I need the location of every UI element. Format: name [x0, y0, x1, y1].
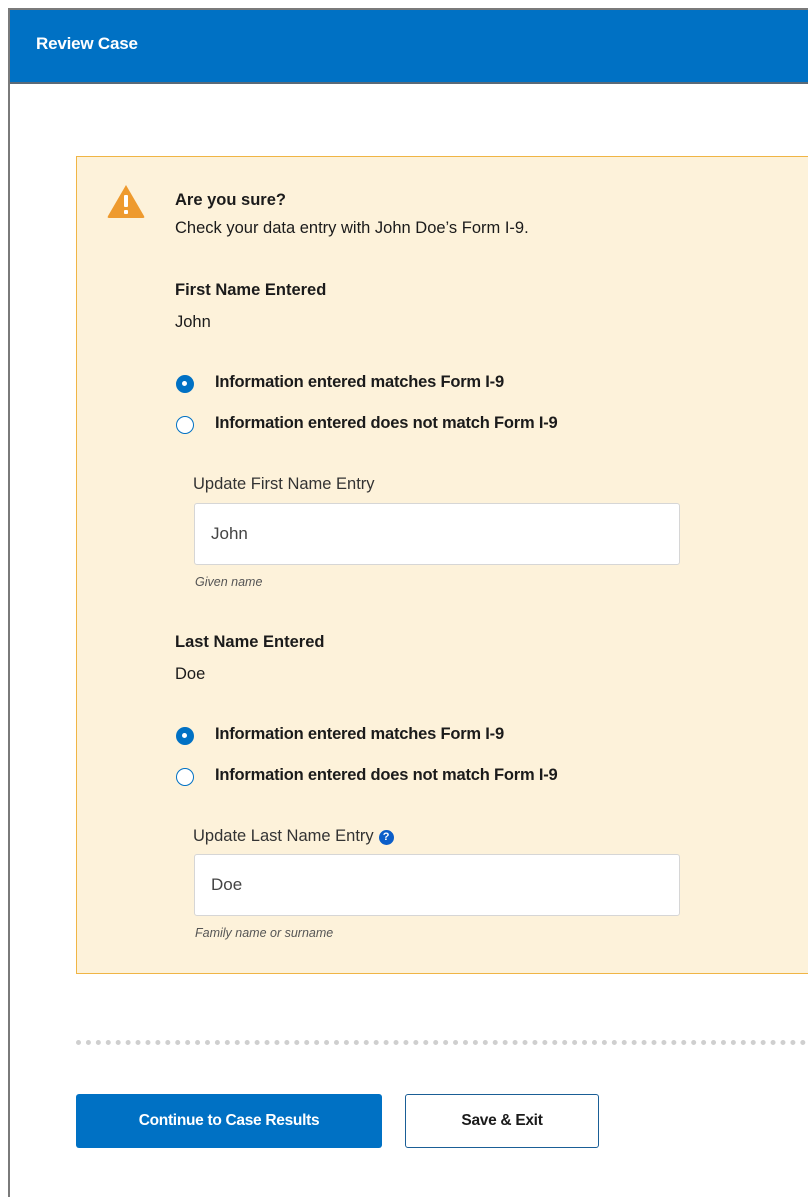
last-name-value: Doe	[175, 665, 206, 683]
warning-alert: Are you sure? Check your data entry with…	[76, 156, 808, 974]
update-last-name-label: Update Last Name Entry?	[193, 827, 394, 846]
last-name-match-radio[interactable]	[176, 727, 194, 745]
last-name-nomatch-radio[interactable]	[176, 768, 194, 786]
warning-triangle-icon	[107, 185, 145, 218]
app-window: Review Case Are you sure? Check your dat…	[8, 8, 808, 1197]
header-bar: Review Case	[10, 10, 808, 84]
continue-to-case-results-button[interactable]: Continue to Case Results	[76, 1094, 382, 1148]
first-name-hint: Given name	[195, 575, 263, 589]
alert-message: Check your data entry with John Doe’s Fo…	[175, 219, 529, 237]
first-name-input[interactable]	[194, 503, 680, 565]
last-name-match-label[interactable]: Information entered matches Form I-9	[215, 725, 504, 744]
last-name-heading: Last Name Entered	[175, 633, 325, 651]
section-divider	[76, 1040, 808, 1045]
question-circle-icon[interactable]: ?	[378, 830, 394, 845]
alert-title: Are you sure?	[175, 191, 286, 209]
update-last-name-text: Update Last Name Entry	[193, 827, 374, 845]
last-name-input[interactable]	[194, 854, 680, 916]
first-name-match-label[interactable]: Information entered matches Form I-9	[215, 373, 504, 392]
save-and-exit-button[interactable]: Save & Exit	[405, 1094, 599, 1148]
first-name-nomatch-label[interactable]: Information entered does not match Form …	[215, 414, 558, 433]
first-name-match-radio[interactable]	[176, 375, 194, 393]
first-name-nomatch-radio[interactable]	[176, 416, 194, 434]
last-name-hint: Family name or surname	[195, 926, 334, 940]
first-name-value: John	[175, 313, 211, 331]
last-name-nomatch-label[interactable]: Information entered does not match Form …	[215, 766, 558, 785]
page-title: Review Case	[36, 34, 138, 53]
update-first-name-label: Update First Name Entry	[193, 475, 375, 493]
first-name-heading: First Name Entered	[175, 281, 327, 299]
